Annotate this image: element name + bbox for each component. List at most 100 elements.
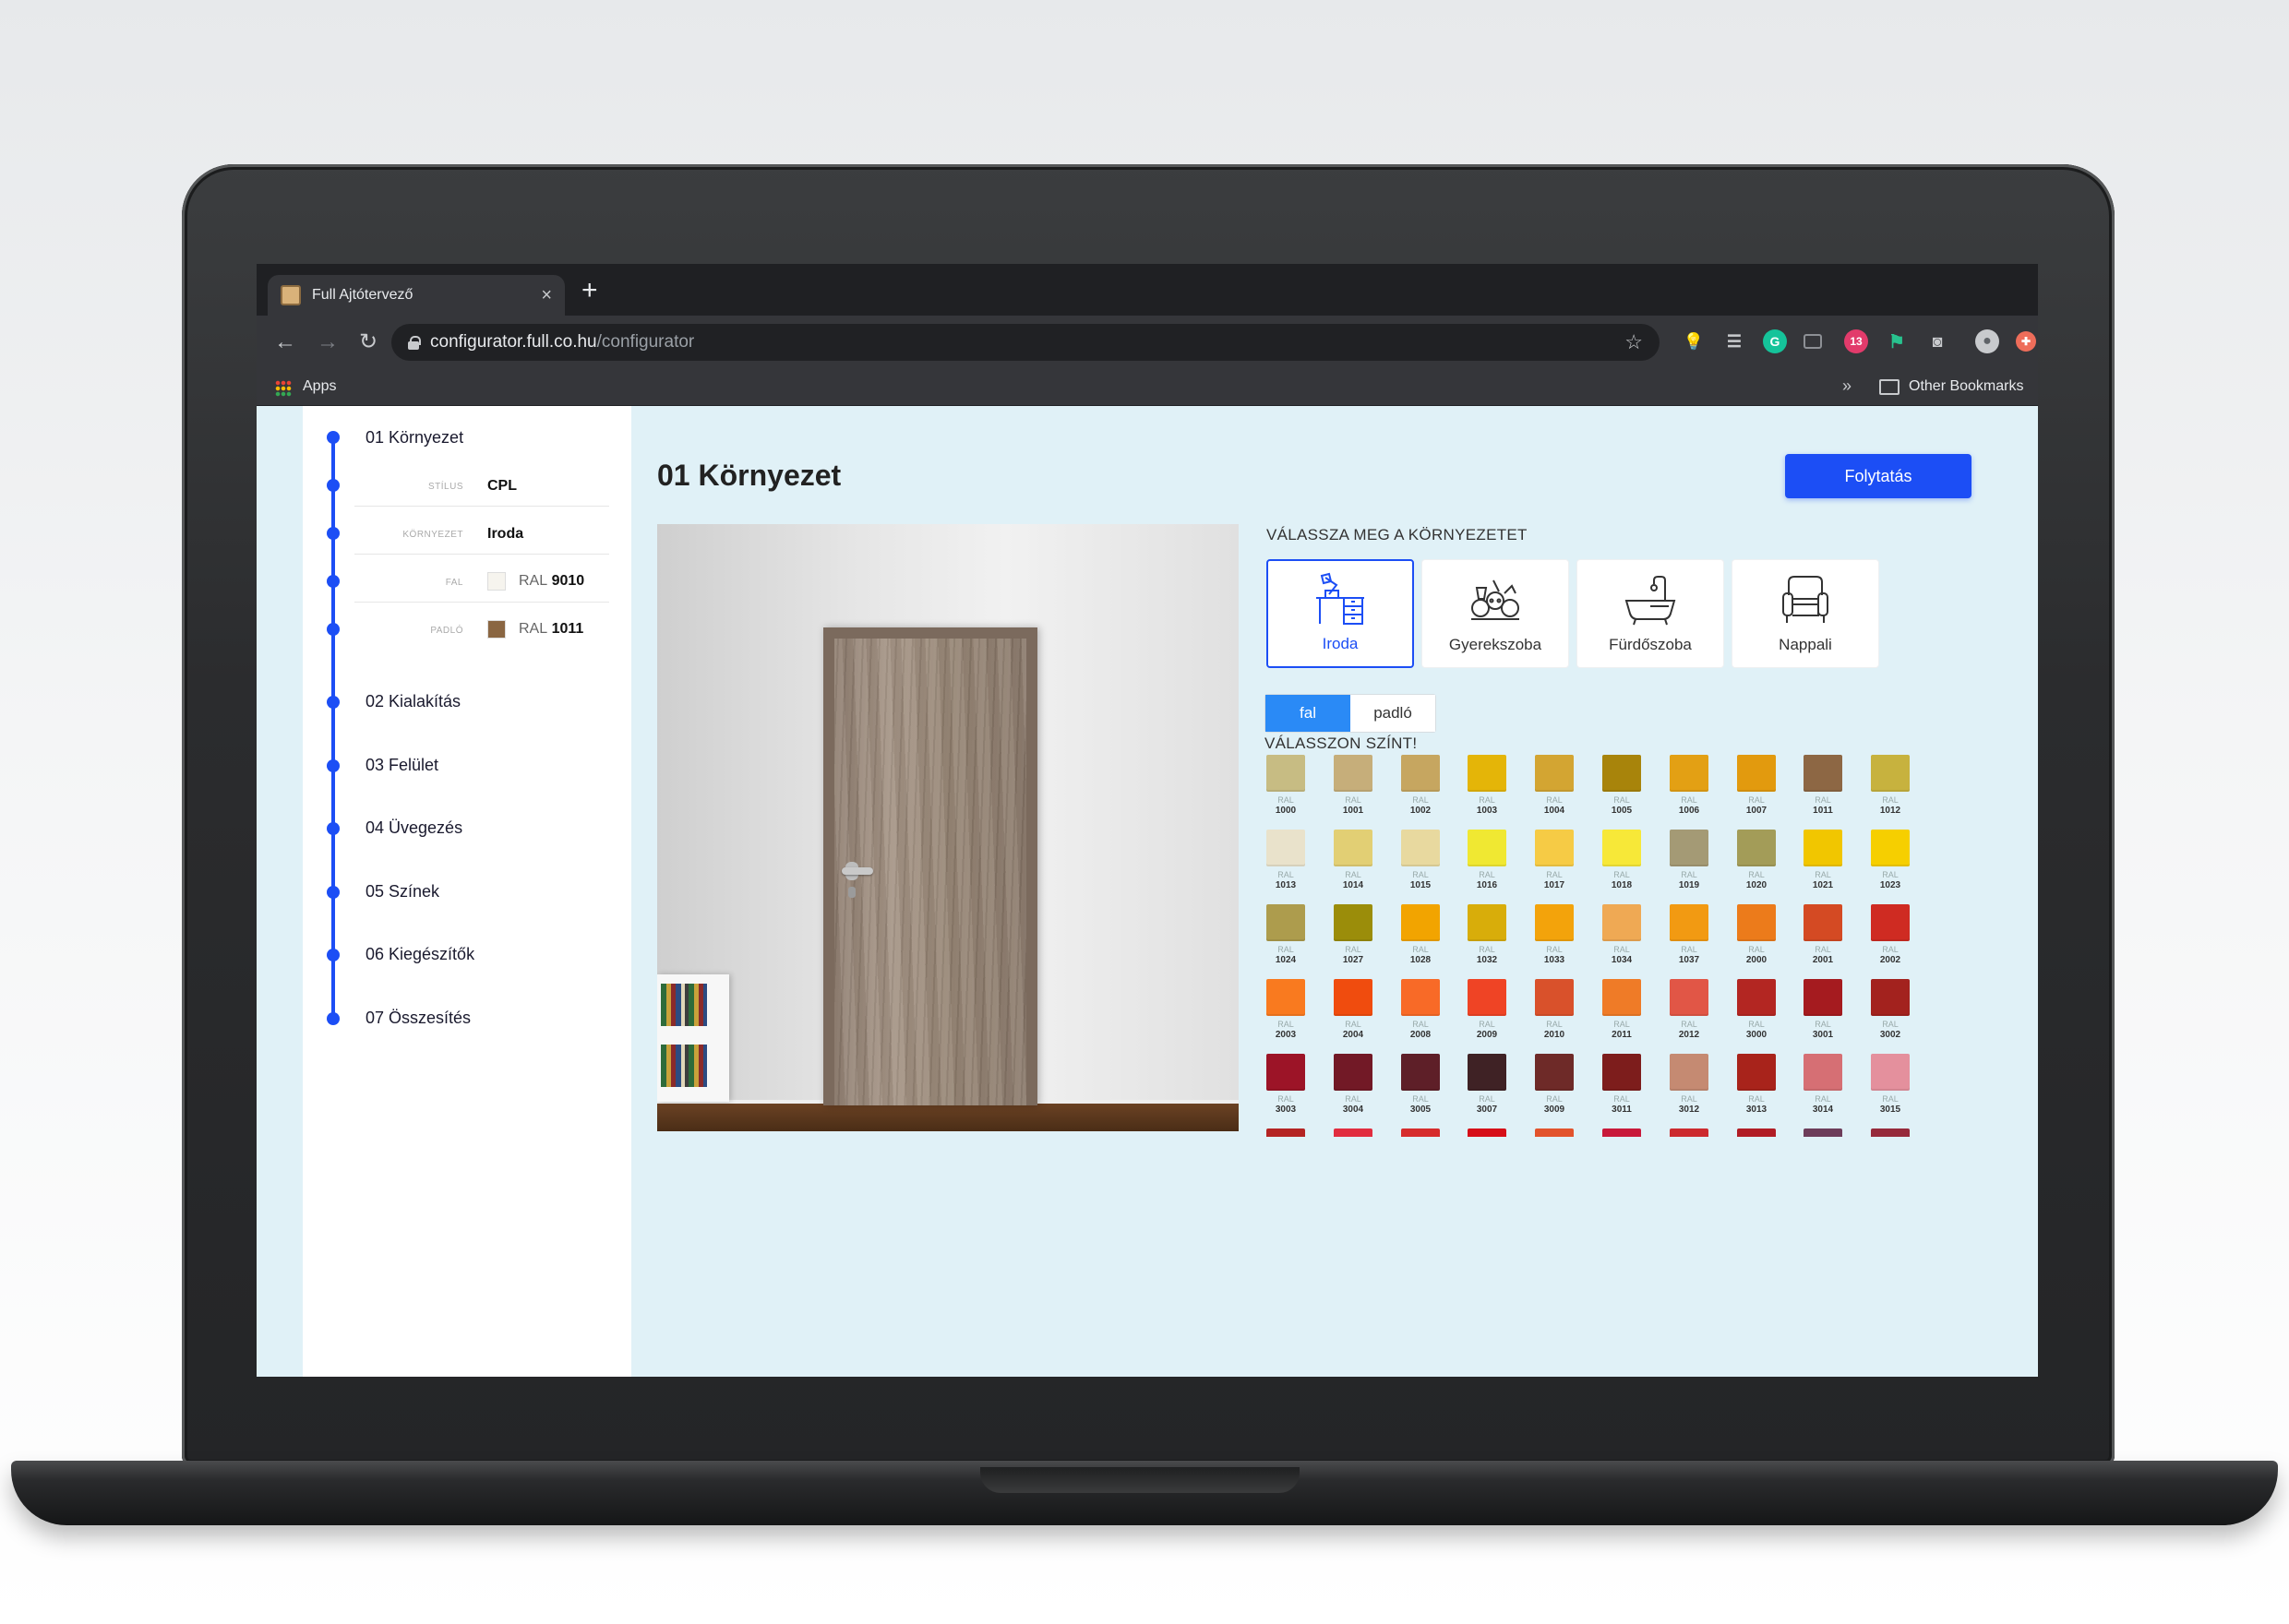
color-swatch[interactable]: RAL 3007 [1466, 1054, 1508, 1128]
grammarly-extension-icon[interactable]: G [1763, 329, 1787, 353]
swatch-color-box [1670, 1128, 1708, 1137]
camera-extension-icon[interactable]: ◙ [1925, 329, 1949, 353]
color-swatch[interactable]: RAL 2009 [1466, 979, 1508, 1053]
apps-bookmark[interactable]: Apps [303, 378, 336, 395]
color-swatch[interactable]: RAL 2012 [1668, 979, 1710, 1053]
lightbulb-extension-icon[interactable]: 💡 [1682, 329, 1706, 353]
step-accessories[interactable]: 06 Kiegészítők [366, 945, 474, 964]
color-swatch[interactable]: RAL 3011 [1600, 1054, 1643, 1128]
color-swatch[interactable] [1735, 1128, 1778, 1137]
color-swatch[interactable]: RAL 1002 [1399, 755, 1442, 829]
color-swatch[interactable] [1600, 1128, 1643, 1137]
color-swatch[interactable]: RAL 3000 [1735, 979, 1778, 1053]
color-swatch[interactable]: RAL 1007 [1735, 755, 1778, 829]
swatch-code: 1007 [1745, 806, 1768, 816]
color-swatch[interactable]: RAL 2002 [1869, 904, 1911, 978]
color-swatch[interactable]: RAL 1023 [1869, 830, 1911, 903]
color-swatch[interactable]: RAL 2004 [1332, 979, 1374, 1053]
swatch-color-box [1535, 1054, 1574, 1091]
color-swatch[interactable] [1869, 1128, 1911, 1137]
color-swatch[interactable] [1332, 1128, 1374, 1137]
close-tab-icon[interactable]: × [541, 286, 552, 304]
new-tab-button[interactable]: + [581, 277, 598, 304]
color-swatch[interactable]: RAL 1037 [1668, 904, 1710, 978]
notification-extension-icon[interactable]: 13 [1844, 329, 1868, 353]
color-swatch[interactable]: RAL 3002 [1869, 979, 1911, 1053]
color-swatch[interactable]: RAL 1027 [1332, 904, 1374, 978]
color-swatch[interactable] [1466, 1128, 1508, 1137]
color-swatch[interactable]: RAL 1012 [1869, 755, 1911, 829]
bookmark-star-icon[interactable]: ☆ [1624, 330, 1643, 354]
color-swatch[interactable]: RAL 1011 [1802, 755, 1844, 829]
color-swatch[interactable]: RAL 1020 [1735, 830, 1778, 903]
color-swatch[interactable]: RAL 1021 [1802, 830, 1844, 903]
more-bookmarks-icon[interactable]: » [1842, 376, 1852, 396]
toggle-floor-button[interactable]: padló [1350, 695, 1435, 732]
step-colors[interactable]: 05 Színek [366, 882, 439, 902]
pin-extension-icon[interactable]: ⚑ [1885, 329, 1909, 353]
color-swatch[interactable]: RAL 3012 [1668, 1054, 1710, 1128]
color-swatch[interactable]: RAL 2001 [1802, 904, 1844, 978]
env-kids-room-card[interactable]: Gyerekszoba [1421, 559, 1569, 668]
color-swatch[interactable] [1399, 1128, 1442, 1137]
color-swatch[interactable]: RAL 1004 [1533, 755, 1576, 829]
toggle-wall-button[interactable]: fal [1265, 695, 1350, 732]
color-swatch[interactable]: RAL 2010 [1533, 979, 1576, 1053]
color-swatch[interactable]: RAL 3003 [1264, 1054, 1307, 1128]
back-arrow-icon[interactable]: ← [270, 327, 301, 358]
other-bookmarks[interactable]: Other Bookmarks [1909, 378, 2023, 395]
color-swatch[interactable]: RAL 1001 [1332, 755, 1374, 829]
color-swatch[interactable]: RAL 1024 [1264, 904, 1307, 978]
reload-icon[interactable]: ↻ [353, 327, 384, 358]
color-swatch[interactable]: RAL 2011 [1600, 979, 1643, 1053]
window-extension-icon[interactable] [1804, 334, 1822, 349]
profile-avatar-icon[interactable]: ● [1975, 329, 1999, 353]
color-swatch[interactable]: RAL 3014 [1802, 1054, 1844, 1128]
color-swatch[interactable]: RAL 1032 [1466, 904, 1508, 978]
environment-label: KÖRNYEZET [402, 530, 463, 540]
color-swatch[interactable]: RAL 2008 [1399, 979, 1442, 1053]
color-swatch[interactable]: RAL 3004 [1332, 1054, 1374, 1128]
continue-button[interactable]: Folytatás [1785, 454, 1971, 498]
color-swatch[interactable]: RAL 1014 [1332, 830, 1374, 903]
color-swatch[interactable]: RAL 3009 [1533, 1054, 1576, 1128]
color-swatch[interactable]: RAL 1013 [1264, 830, 1307, 903]
color-swatch[interactable]: RAL 1017 [1533, 830, 1576, 903]
color-swatch[interactable]: RAL 3015 [1869, 1054, 1911, 1128]
env-bathroom-card[interactable]: Fürdőszoba [1576, 559, 1724, 668]
env-living-room-card[interactable]: Nappali [1732, 559, 1879, 668]
env-office-card[interactable]: Iroda [1266, 559, 1414, 668]
color-swatch[interactable] [1802, 1128, 1844, 1137]
reader-extension-icon[interactable]: ☰ [1722, 329, 1746, 353]
apps-grid-icon[interactable] [275, 380, 292, 397]
color-swatch[interactable]: RAL 3005 [1399, 1054, 1442, 1128]
color-swatch[interactable]: RAL 3001 [1802, 979, 1844, 1053]
color-swatch[interactable]: RAL 3013 [1735, 1054, 1778, 1128]
color-swatch[interactable] [1668, 1128, 1710, 1137]
step-summary[interactable]: 07 Összesítés [366, 1009, 471, 1028]
color-swatch[interactable]: RAL 2000 [1735, 904, 1778, 978]
color-swatch[interactable]: RAL 1018 [1600, 830, 1643, 903]
step-surface[interactable]: 03 Felület [366, 756, 438, 775]
color-swatch[interactable]: RAL 1003 [1466, 755, 1508, 829]
address-bar[interactable]: configurator.full.co.hu/configurator ☆ [391, 324, 1660, 361]
color-swatch[interactable]: RAL 1000 [1264, 755, 1307, 829]
color-swatch[interactable] [1264, 1128, 1307, 1137]
color-swatch[interactable]: RAL 1019 [1668, 830, 1710, 903]
color-swatch[interactable] [1533, 1128, 1576, 1137]
color-swatch[interactable]: RAL 1016 [1466, 830, 1508, 903]
color-swatch[interactable]: RAL 1015 [1399, 830, 1442, 903]
step-layout[interactable]: 02 Kialakítás [366, 692, 461, 711]
step-environment[interactable]: 01 Környezet [366, 428, 463, 448]
color-swatch[interactable]: RAL 2003 [1264, 979, 1307, 1053]
forward-arrow-icon[interactable]: → [312, 327, 343, 358]
browser-tab[interactable]: Full Ajtótervező × [268, 275, 565, 316]
swatch-color-box [1468, 904, 1506, 941]
menu-extension-icon[interactable]: ✚ [2016, 331, 2036, 352]
step-glazing[interactable]: 04 Üvegezés [366, 818, 462, 838]
color-swatch[interactable]: RAL 1028 [1399, 904, 1442, 978]
color-swatch[interactable]: RAL 1033 [1533, 904, 1576, 978]
color-swatch[interactable]: RAL 1034 [1600, 904, 1643, 978]
color-swatch[interactable]: RAL 1005 [1600, 755, 1643, 829]
color-swatch[interactable]: RAL 1006 [1668, 755, 1710, 829]
